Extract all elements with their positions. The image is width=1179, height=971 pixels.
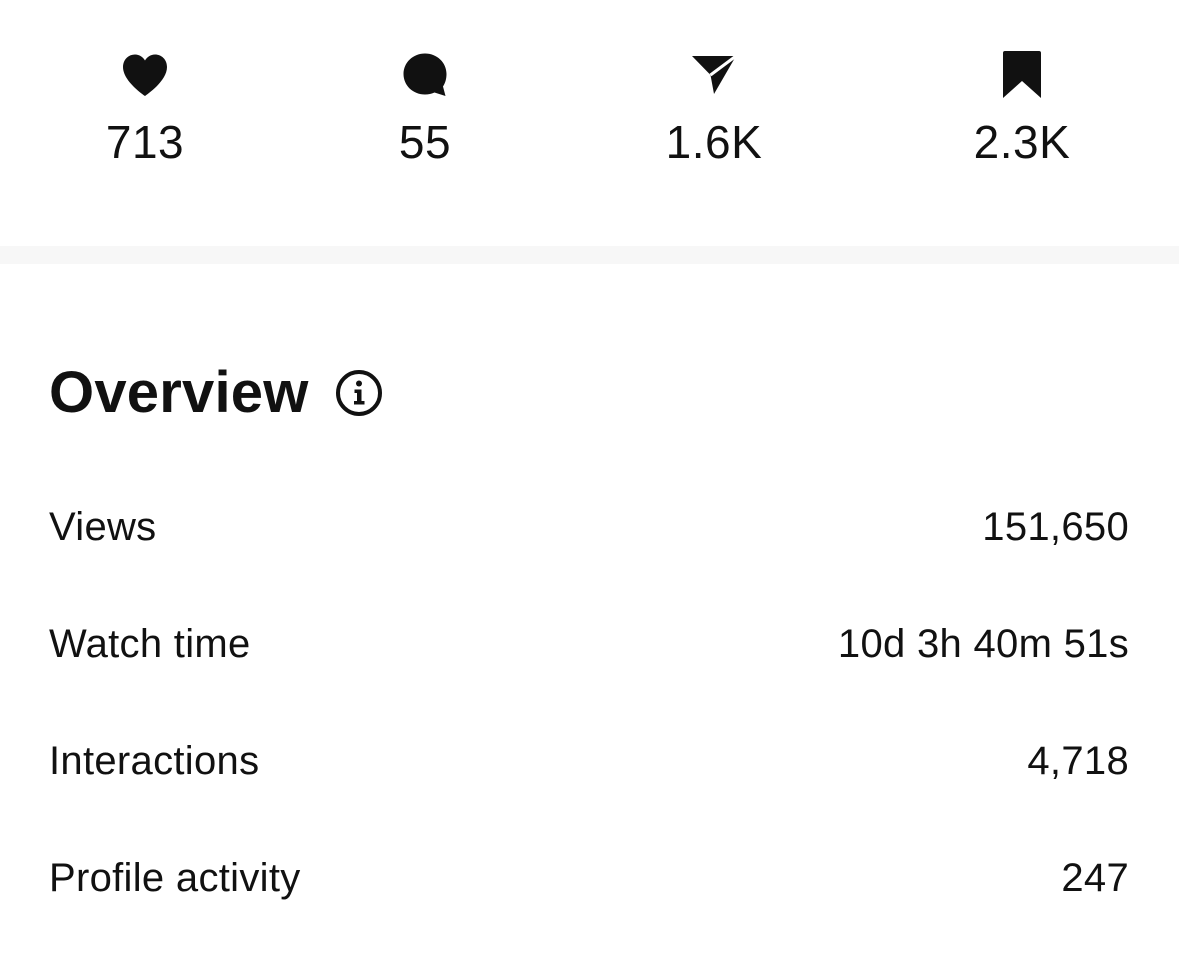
shares-count: 1.6K xyxy=(665,116,763,168)
metric-value: 10d 3h 40m 51s xyxy=(837,622,1129,666)
metric-label: Views xyxy=(49,505,157,549)
comments-stat[interactable]: 55 xyxy=(325,48,525,172)
section-divider xyxy=(0,246,1179,264)
metric-row-profile-activity[interactable]: Profile activity 247 xyxy=(49,848,1129,908)
metric-row-watch-time: Watch time 10d 3h 40m 51s xyxy=(49,614,1129,674)
overview-header: Overview xyxy=(49,358,383,428)
info-icon[interactable] xyxy=(335,369,383,417)
shares-stat[interactable]: 1.6K xyxy=(614,48,814,172)
metric-value: 151,650 xyxy=(982,505,1129,549)
bookmark-icon xyxy=(995,48,1049,102)
comment-icon xyxy=(398,48,452,102)
overview-title: Overview xyxy=(49,360,309,425)
metric-value: 4,718 xyxy=(1027,739,1129,783)
metric-label: Profile activity xyxy=(49,856,301,900)
metric-label: Watch time xyxy=(49,622,251,666)
engagement-stats: 713 55 1.6K 2.3K xyxy=(0,0,1179,246)
metric-row-interactions[interactable]: Interactions 4,718 xyxy=(49,731,1129,791)
saves-stat[interactable]: 2.3K xyxy=(922,48,1122,172)
metric-row-views: Views 151,650 xyxy=(49,497,1129,557)
heart-icon xyxy=(118,48,172,102)
likes-stat[interactable]: 713 xyxy=(45,48,245,172)
send-icon xyxy=(687,48,741,102)
likes-count: 713 xyxy=(105,116,185,168)
saves-count: 2.3K xyxy=(973,116,1071,168)
comments-count: 55 xyxy=(398,116,452,168)
metric-value: 247 xyxy=(1061,856,1129,900)
metric-label: Interactions xyxy=(49,739,260,783)
